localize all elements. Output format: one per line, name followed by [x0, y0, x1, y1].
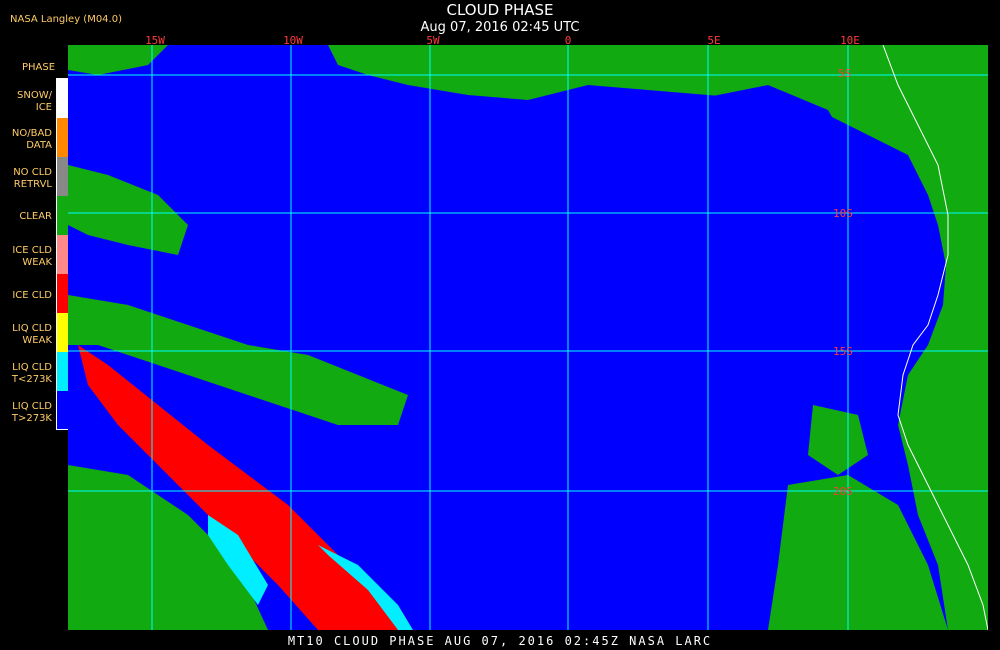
- legend-label-ice-cld: ICE CLD: [12, 290, 52, 301]
- footer-caption: MT10 CLOUD PHASE AUG 07, 2016 02:45Z NAS…: [287, 634, 713, 648]
- cloud-phase-map: 5S 10S 15S 20S: [68, 45, 988, 630]
- map-subtitle: Aug 07, 2016 02:45 UTC: [420, 20, 580, 35]
- lat-label-15s: 15S: [833, 345, 853, 358]
- lat-label-10s: 10S: [833, 207, 853, 220]
- legend-label-clear: CLEAR: [19, 211, 52, 222]
- legend-label-no-cld-retrvl: NO CLD RETRVL: [13, 167, 52, 190]
- legend-title: PHASE: [22, 62, 56, 73]
- legend-label-liq-cld-cold: LIQ CLD T<273K: [11, 362, 52, 385]
- legend-label-liq-cld-warm: LIQ CLD T>273K: [11, 401, 52, 424]
- map-title: CLOUD PHASE: [446, 1, 554, 19]
- legend-label-snow-ice: SNOW/ICE: [17, 90, 52, 113]
- legend-label-ice-cld-weak: ICE CLD WEAK: [12, 245, 52, 268]
- legend-label-no-bad-data: NO/BAD DATA: [11, 128, 52, 151]
- lat-label-5s: 5S: [838, 67, 851, 80]
- legend-label-liq-cld-weak: LIQ CLD WEAK: [12, 323, 52, 346]
- lat-label-20s: 20S: [833, 485, 853, 498]
